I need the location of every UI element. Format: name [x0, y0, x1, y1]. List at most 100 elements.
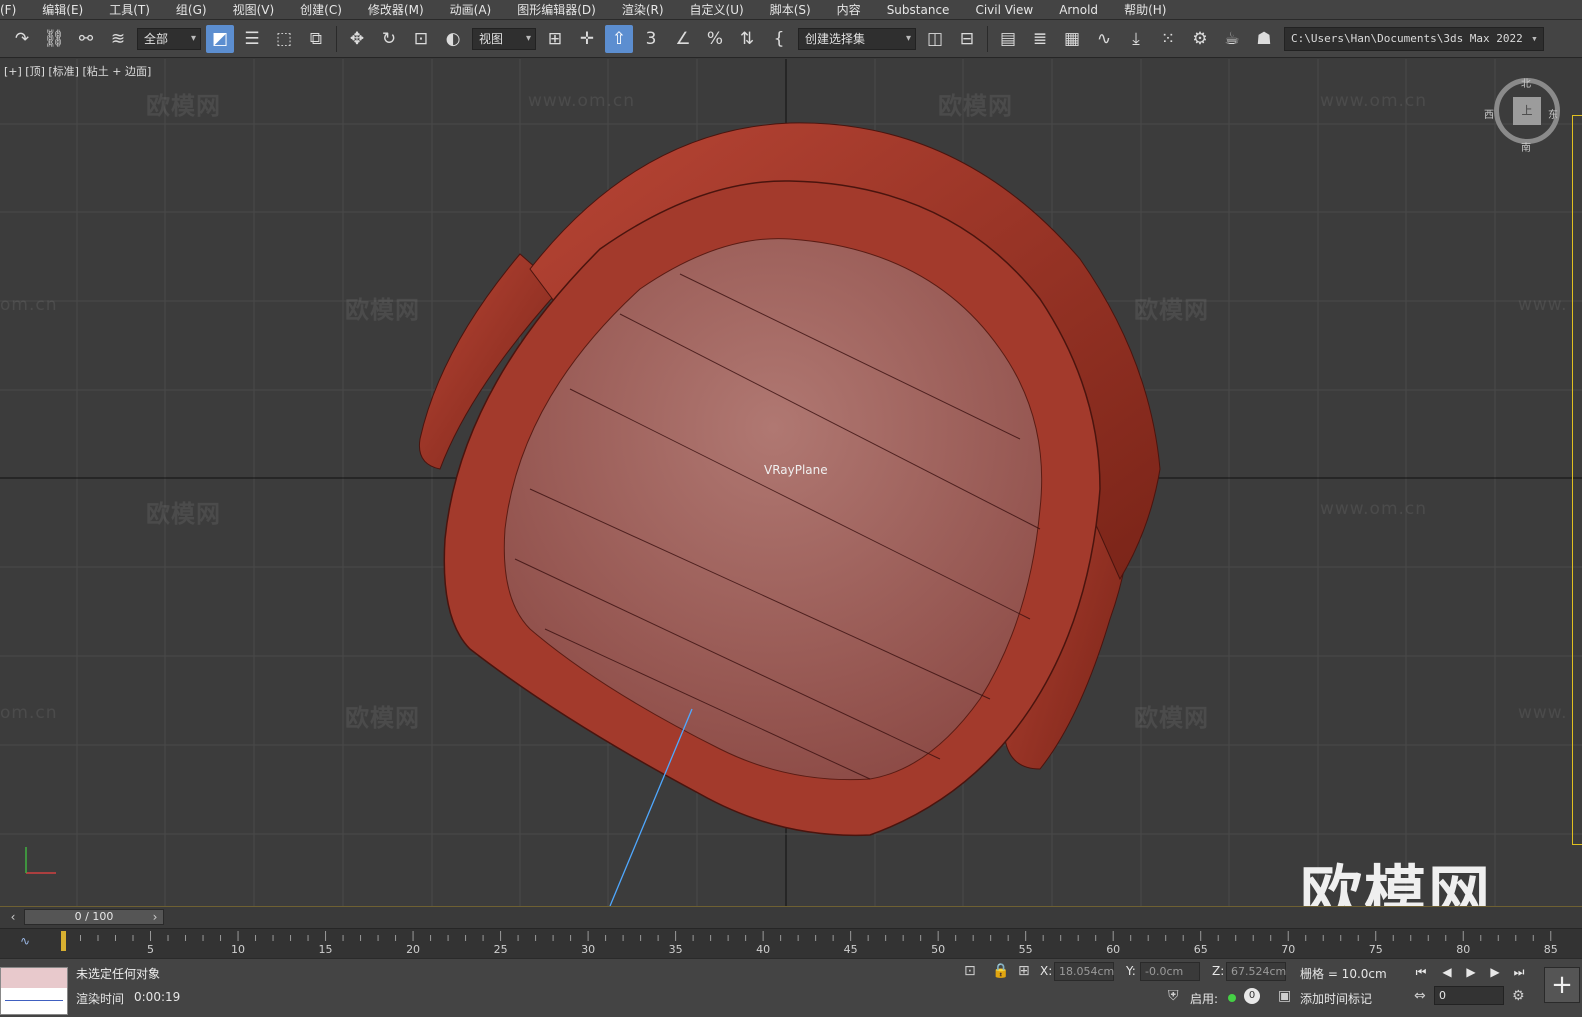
named-selection-dropdown[interactable]: 创建选择集 — [798, 27, 916, 50]
viewport-top[interactable]: [+] [顶] [标准] [粘土 + 边面] 欧模网 www.om.cn 欧模网… — [0, 59, 1582, 906]
scale-icon[interactable]: ⊡ — [407, 25, 435, 53]
percent-snap-icon[interactable]: % — [701, 25, 729, 53]
x-coord-field[interactable]: 18.054cm — [1054, 962, 1114, 981]
viewcube-east-label[interactable]: 东 — [1548, 106, 1558, 121]
viewcube-top-face[interactable]: 上 — [1513, 97, 1541, 125]
link-icon[interactable]: ⛓ — [40, 25, 68, 53]
layer-explorer-icon[interactable]: ≣ — [1026, 25, 1054, 53]
unlink-icon[interactable]: ⚯ — [72, 25, 100, 53]
menu-item[interactable]: 修改器(M) — [355, 0, 437, 20]
maxscript-listener-mini[interactable] — [0, 967, 68, 1015]
schematic-view-icon[interactable]: ⤓ — [1122, 25, 1150, 53]
menu-item[interactable]: 组(G) — [163, 0, 220, 20]
go-to-start-icon[interactable]: ⏮ — [1410, 962, 1432, 982]
align-icon[interactable]: ⊟ — [953, 25, 981, 53]
ruler-tick-label: 20 — [406, 943, 420, 956]
ruler-tick-label: 60 — [1106, 943, 1120, 956]
selection-lock-icon[interactable]: 🔒 — [992, 963, 1009, 979]
curve-editor-icon[interactable]: ∿ — [1090, 25, 1118, 53]
menu-item[interactable]: Arnold — [1046, 0, 1111, 20]
render-time-label: 渲染时间 — [76, 992, 125, 1006]
placement-icon[interactable]: ◐ — [439, 25, 467, 53]
brand-logo: 欧模网 — [1300, 858, 1493, 906]
status-green-dot-icon — [1228, 994, 1236, 1002]
track-bar[interactable]: ∿ 5 10 15 20 25 30 35 40 45 50 55 60 65 70 75 80 85 — [0, 928, 1582, 958]
frame-ruler: 5 10 15 20 25 30 35 40 45 50 55 60 65 70 75 80 85 — [61, 931, 1558, 956]
rendered-frame-window-icon[interactable]: ☕ — [1218, 25, 1246, 53]
menu-item[interactable]: 脚本(S) — [757, 0, 824, 20]
render-time-value: 0:00:19 — [134, 990, 181, 1004]
rotate-icon[interactable]: ↻ — [375, 25, 403, 53]
menu-item[interactable]: 图形编辑器(D) — [504, 0, 609, 20]
move-icon[interactable]: ✥ — [343, 25, 371, 53]
ruler-tick-label: 70 — [1281, 943, 1295, 956]
render-setup-icon[interactable]: ⚙ — [1186, 25, 1214, 53]
isolate-selection-icon[interactable]: ⊡ — [964, 963, 976, 979]
spinner-snap-icon[interactable]: ⇅ — [733, 25, 761, 53]
menu-item[interactable]: 创建(C) — [287, 0, 355, 20]
create-panel-button[interactable]: + — [1544, 967, 1580, 1003]
edit-named-selection-icon[interactable]: { — [765, 25, 793, 53]
ruler-tick-label: 35 — [669, 943, 683, 956]
absolute-mode-icon[interactable]: ⊞ — [1018, 963, 1030, 979]
select-object-icon[interactable]: ◩ — [206, 24, 234, 53]
render-production-icon[interactable]: ☗ — [1250, 25, 1278, 53]
chair-model[interactable] — [0, 59, 1582, 906]
snap-toggle-icon[interactable]: 3 — [637, 25, 665, 53]
ruler-tick-label: 25 — [494, 943, 508, 956]
time-slider[interactable]: ‹ 0 / 100 › — [0, 906, 1582, 928]
menu-item[interactable]: 内容 — [824, 0, 874, 20]
menu-item[interactable]: 视图(V) — [220, 0, 288, 20]
time-tag-icon[interactable]: ▣ — [1278, 988, 1291, 1004]
menu-item[interactable]: Substance — [874, 0, 963, 20]
bind-space-warp-icon[interactable]: ≋ — [104, 25, 132, 53]
angle-snap-icon[interactable]: ∠ — [669, 25, 697, 53]
reference-coordinate-dropdown[interactable]: 视图 — [472, 27, 536, 50]
selection-filter-dropdown[interactable]: 全部 — [137, 27, 201, 50]
menu-item[interactable]: 自定义(U) — [677, 0, 757, 20]
next-frame-icon[interactable]: ▶ — [1484, 962, 1506, 982]
viewcube-west-label[interactable]: 西 — [1484, 106, 1494, 121]
menu-item[interactable]: 动画(A) — [437, 0, 505, 20]
menu-item[interactable]: 工具(T) — [96, 0, 163, 20]
y-coord-field[interactable]: -0.0cm — [1140, 962, 1200, 981]
menu-item[interactable]: (F) — [0, 0, 29, 20]
next-frame-arrow-icon[interactable]: › — [148, 909, 162, 925]
ruler-tick-label: 65 — [1194, 943, 1208, 956]
select-manipulate-icon[interactable]: ✛ — [573, 25, 601, 53]
mirror-icon[interactable]: ◫ — [921, 25, 949, 53]
ruler-tick-label: 85 — [1544, 943, 1558, 956]
status-bar: 未选定任何对象 渲染时间 0:00:19 ⊡ 🔒 ⊞ X: 18.054cm Y… — [0, 958, 1582, 1017]
time-slider-thumb[interactable]: 0 / 100 — [24, 909, 164, 925]
go-to-end-icon[interactable]: ⏭ — [1508, 962, 1530, 982]
viewport-label-menu[interactable]: [+] [顶] [标准] [粘土 + 边面] — [4, 63, 151, 79]
scene-explorer-icon[interactable]: ▤ — [994, 25, 1022, 53]
rect-selection-icon[interactable]: ⬚ — [270, 25, 298, 53]
keyboard-shortcut-toggle-icon[interactable]: ⇧ — [605, 24, 633, 53]
z-coord-field[interactable]: 67.524cm — [1226, 962, 1286, 981]
ruler-tick-label: 45 — [844, 943, 858, 956]
viewcube-north-label[interactable]: 北 — [1521, 75, 1531, 90]
project-path-dropdown[interactable]: C:\Users\Han\Documents\3ds Max 2022 — [1284, 26, 1544, 51]
viewcube-south-label[interactable]: 南 — [1521, 139, 1531, 154]
key-mode-toggle-icon[interactable]: ⇔ — [1414, 988, 1426, 1004]
add-time-tag-button[interactable]: 添加时间标记 — [1300, 990, 1372, 1007]
material-editor-icon[interactable]: ⁙ — [1154, 25, 1182, 53]
current-frame-field[interactable]: 0 — [1434, 986, 1504, 1005]
play-icon[interactable]: ▶ — [1460, 962, 1482, 982]
menu-item[interactable]: 帮助(H) — [1111, 0, 1179, 20]
ribbon-toggle-icon[interactable]: ▦ — [1058, 25, 1086, 53]
redo-icon[interactable]: ↷ — [8, 25, 36, 53]
pivot-center-icon[interactable]: ⊞ — [541, 25, 569, 53]
menu-item[interactable]: 编辑(E) — [29, 0, 96, 20]
prev-frame-arrow-icon[interactable]: ‹ — [6, 909, 20, 925]
previous-frame-icon[interactable]: ◀ — [1436, 962, 1458, 982]
selection-status-text: 未选定任何对象 — [76, 967, 161, 981]
window-crossing-icon[interactable]: ⧉ — [302, 25, 330, 53]
enable-count-badge: 0 — [1244, 988, 1260, 1004]
menu-item[interactable]: 渲染(R) — [609, 0, 677, 20]
menu-item[interactable]: Civil View — [962, 0, 1046, 20]
adaptive-degradation-icon[interactable]: ⛨ — [1168, 988, 1179, 1004]
select-by-name-icon[interactable]: ☰ — [238, 25, 266, 53]
time-configuration-icon[interactable]: ⚙ — [1512, 988, 1525, 1004]
